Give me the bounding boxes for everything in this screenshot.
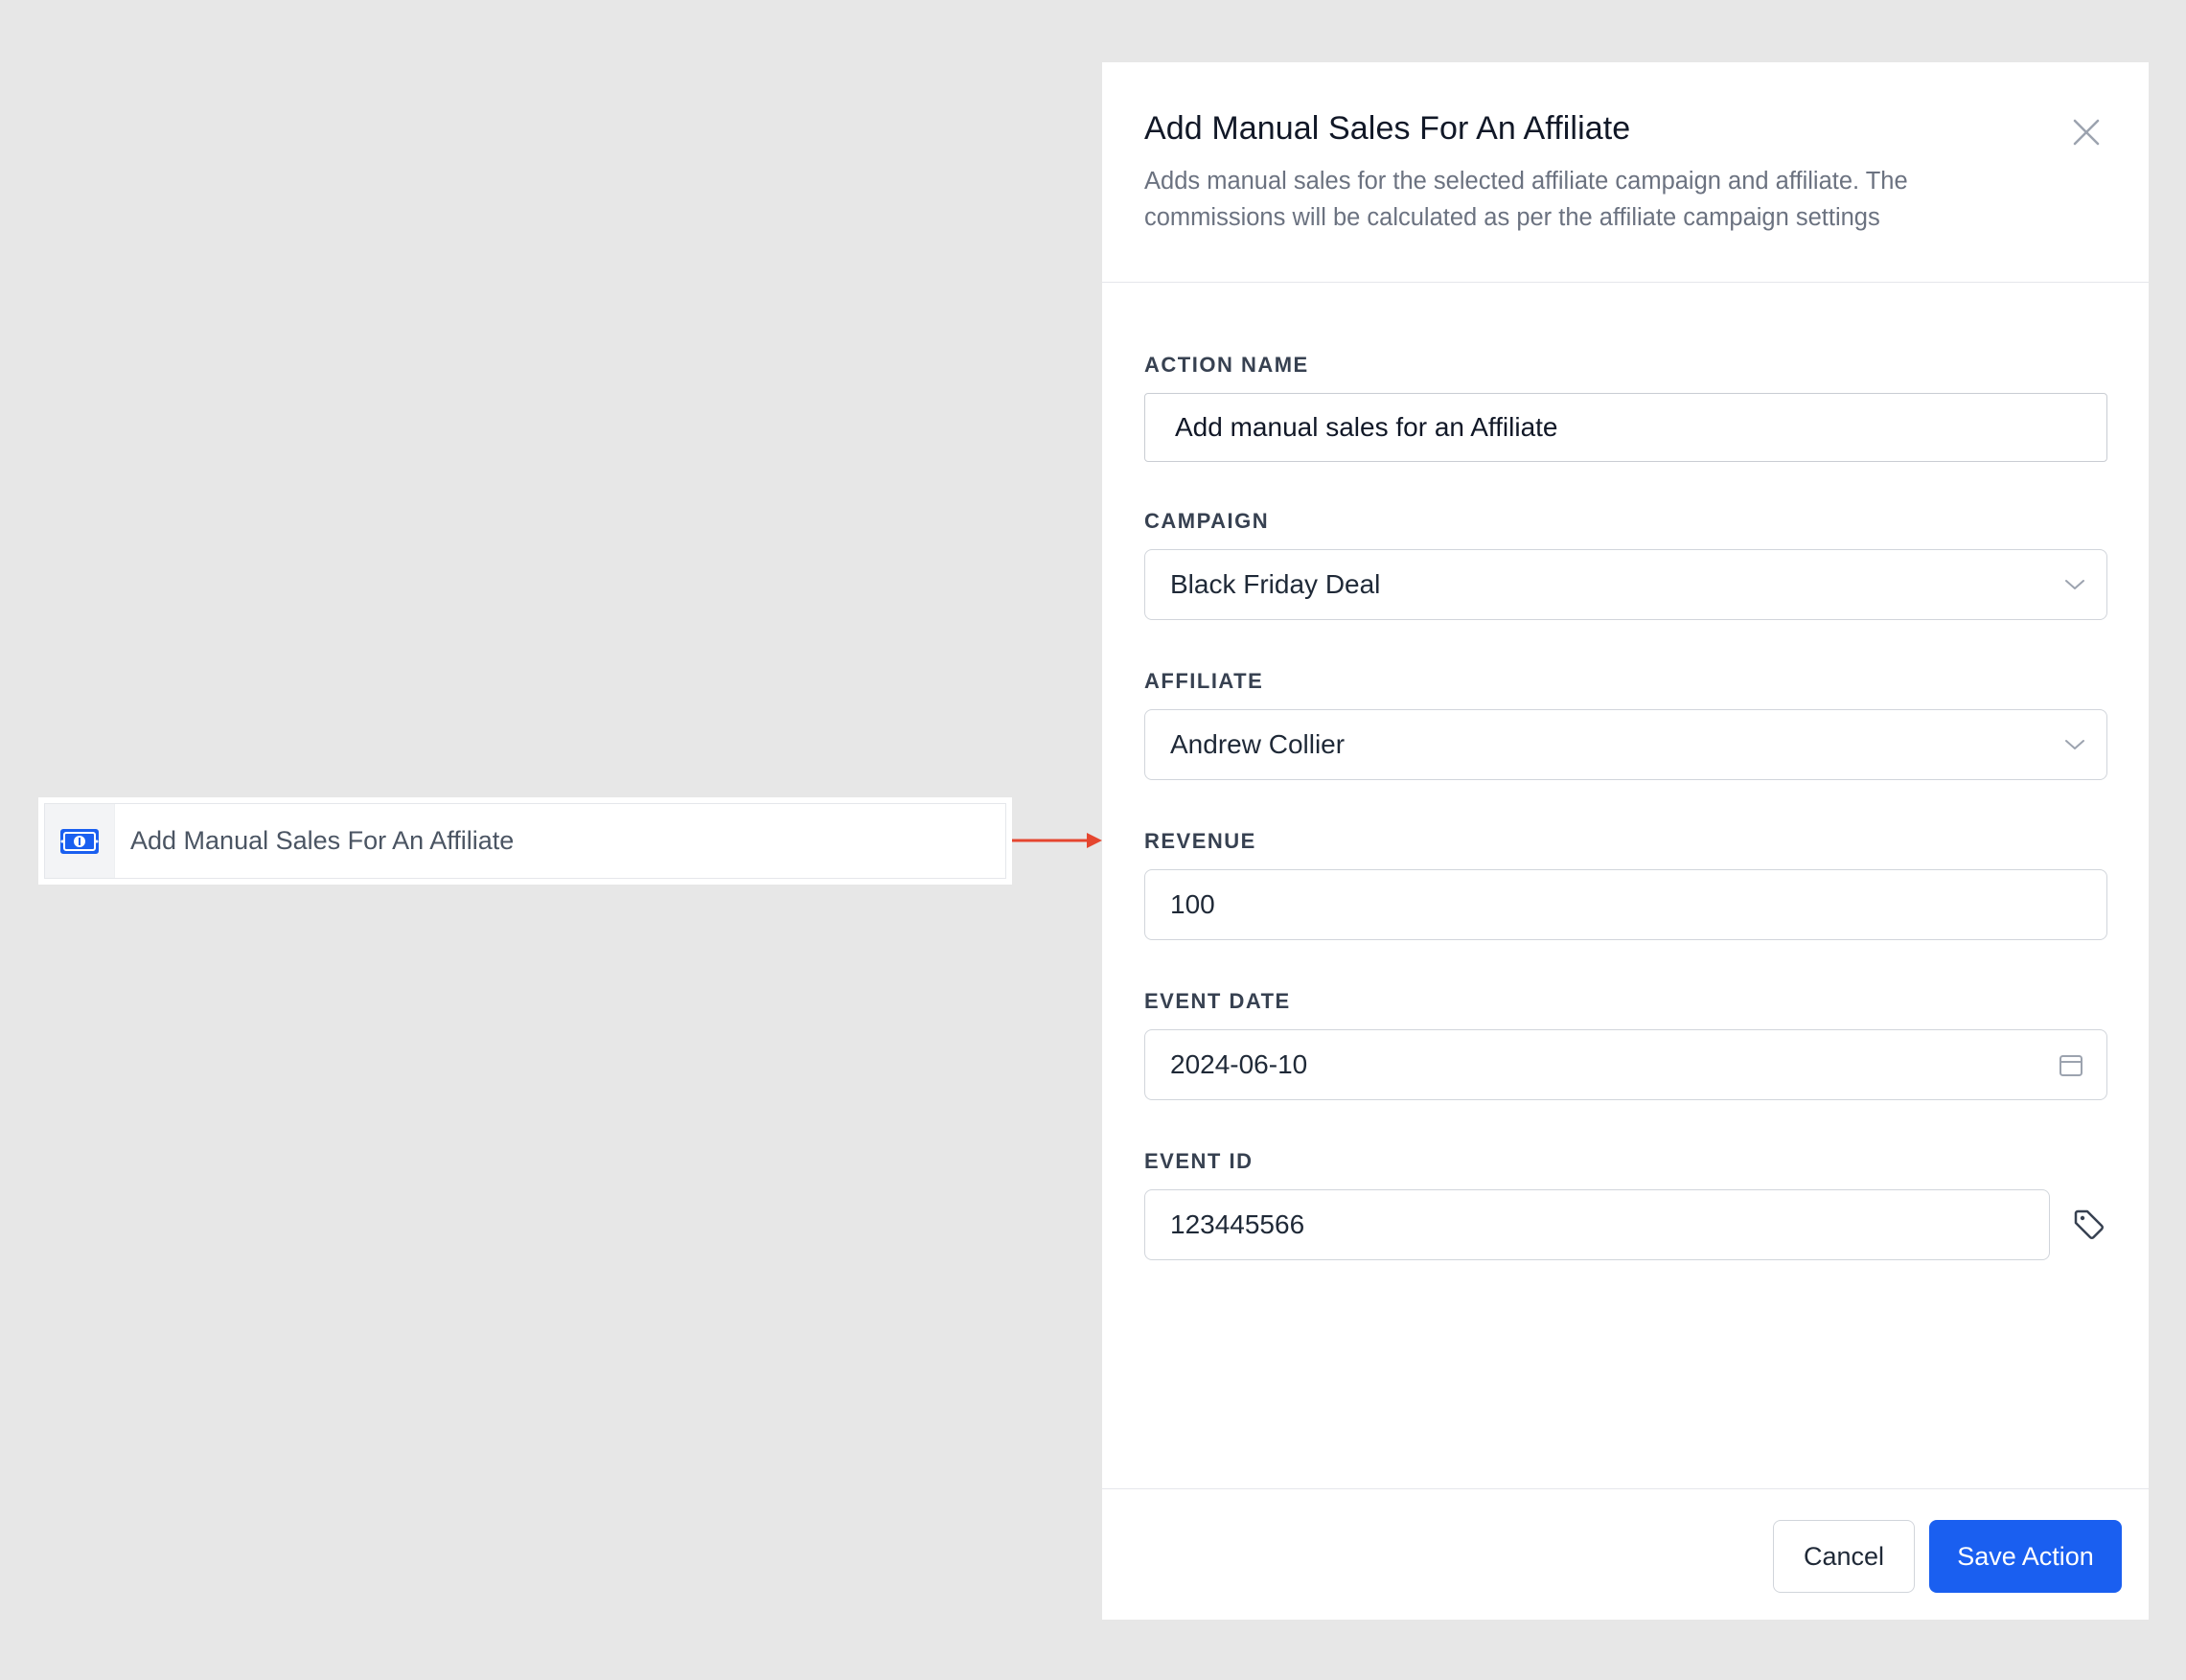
event-id-row: 123445566: [1144, 1189, 2107, 1260]
affiliate-value: Andrew Collier: [1170, 729, 1346, 759]
merge-tag-button[interactable]: [2071, 1207, 2107, 1243]
arrow-right-icon: [1012, 833, 1102, 848]
affiliate-label: AFFILIATE: [1144, 669, 1264, 693]
affiliate-select[interactable]: Andrew Collier: [1144, 709, 2107, 780]
drawer-description: Adds manual sales for the selected affil…: [1144, 168, 1908, 231]
event-date-value: 2024-06-10: [1170, 1049, 1308, 1079]
close-icon: [2073, 119, 2100, 146]
revenue-label: REVENUE: [1144, 829, 1256, 853]
action-name-input[interactable]: Add manual sales for an Affiliate: [1144, 393, 2107, 462]
action-item-card[interactable]: Add Manual Sales For An Affiliate: [38, 797, 1012, 885]
tag-icon: [2074, 1209, 2105, 1239]
event-date-field: EVENT DATE 2024-06-10: [1144, 989, 2107, 1100]
action-item-icon-box: [45, 804, 115, 878]
event-id-label: EVENT ID: [1144, 1149, 1254, 1173]
campaign-field: CAMPAIGN Black Friday Deal: [1144, 509, 2107, 620]
event-id-field: EVENT ID 123445566: [1144, 1149, 2107, 1260]
action-item-label: Add Manual Sales For An Affiliate: [130, 826, 515, 855]
save-action-button[interactable]: Save Action: [1929, 1520, 2122, 1593]
calendar-icon[interactable]: [2059, 1052, 2083, 1077]
affiliate-field: AFFILIATE Andrew Collier: [1144, 669, 2107, 780]
action-name-label: ACTION NAME: [1144, 353, 1309, 377]
drawer-title: Add Manual Sales For An Affiliate: [1144, 110, 1631, 147]
drawer-footer: Cancel Save Action: [1102, 1488, 2149, 1620]
money-bill-icon: [60, 828, 99, 854]
action-drawer: Add Manual Sales For An Affiliate Adds m…: [1102, 62, 2149, 1620]
event-date-label: EVENT DATE: [1144, 989, 1291, 1013]
action-name-field: ACTION NAME Add manual sales for an Affi…: [1144, 353, 2107, 462]
revenue-input[interactable]: 100: [1144, 869, 2107, 940]
drawer-header: Add Manual Sales For An Affiliate Adds m…: [1102, 62, 2149, 283]
event-id-input[interactable]: 123445566: [1144, 1189, 2051, 1260]
revenue-value: 100: [1170, 889, 1215, 919]
close-button[interactable]: [2070, 116, 2103, 149]
action-item[interactable]: Add Manual Sales For An Affiliate: [44, 803, 1006, 879]
revenue-field: REVENUE 100: [1144, 829, 2107, 940]
event-date-input[interactable]: 2024-06-10: [1144, 1029, 2107, 1100]
campaign-select[interactable]: Black Friday Deal: [1144, 549, 2107, 620]
chevron-down-icon: [2065, 580, 2084, 589]
campaign-label: CAMPAIGN: [1144, 509, 1270, 533]
campaign-value: Black Friday Deal: [1170, 569, 1381, 599]
event-id-value: 123445566: [1170, 1209, 1305, 1239]
action-name-value: Add manual sales for an Affiliate: [1175, 412, 1558, 442]
chevron-down-icon: [2065, 740, 2084, 749]
cancel-button[interactable]: Cancel: [1773, 1520, 1915, 1593]
